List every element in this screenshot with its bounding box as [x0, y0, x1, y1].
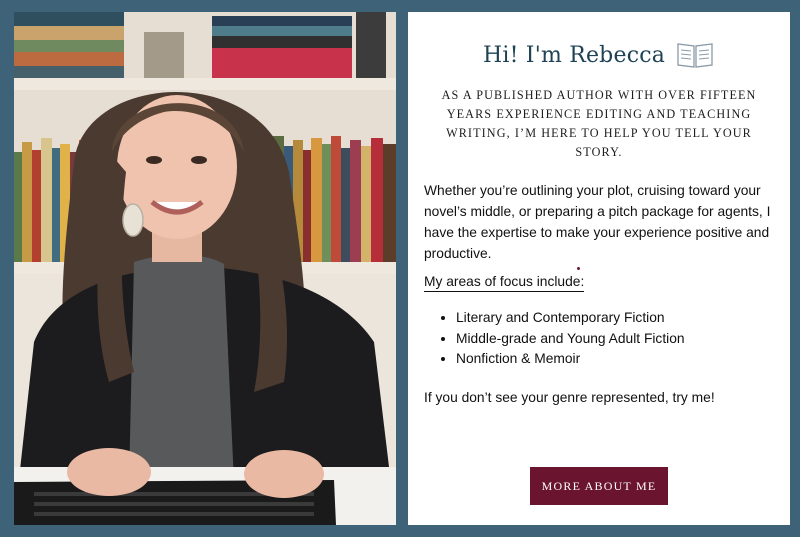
focus-list: Literary and Contemporary Fiction Middle… [424, 308, 774, 370]
closing-text: If you don’t see your genre represented,… [424, 389, 715, 405]
author-photo-illustration [14, 12, 396, 525]
focus-heading: My areas of focus include: [424, 274, 585, 292]
author-photo [14, 12, 396, 525]
open-book-icon [677, 43, 713, 68]
intro-paragraph: Whether you’re outlining your plot, crui… [424, 183, 771, 261]
focus-item: Nonfiction & Memoir [456, 349, 774, 370]
page-title: Hi! I'm Rebecca [482, 42, 666, 68]
focus-item: Literary and Contemporary Fiction [456, 308, 774, 329]
decorative-dot [577, 267, 580, 270]
intro-card: Hi! I'm Rebecca AS A PUBLISHED AUTHOR WI… [408, 12, 790, 525]
heading-row: Hi! I'm Rebecca [424, 40, 774, 70]
focus-item: Middle-grade and Young Adult Fiction [456, 329, 774, 350]
more-about-me-button[interactable]: MORE ABOUT ME [530, 467, 668, 505]
tagline: AS A PUBLISHED AUTHOR WITH OVER FIFTEEN … [441, 88, 757, 159]
